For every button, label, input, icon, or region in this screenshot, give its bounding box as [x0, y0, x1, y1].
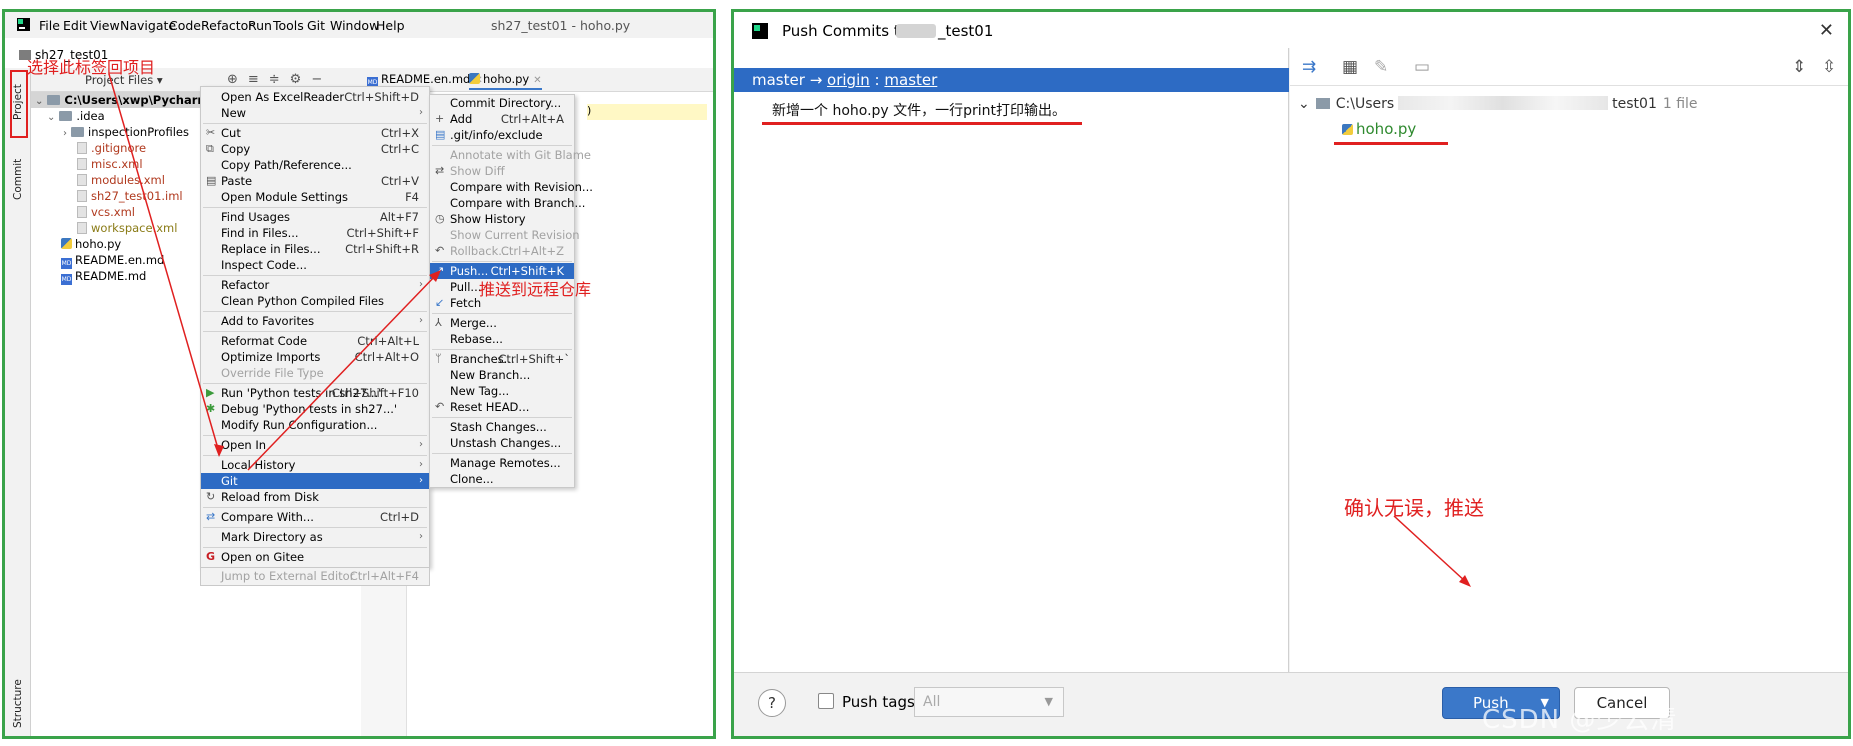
annotation-select-tab: 选择此标签回项目: [27, 58, 156, 77]
annotation-arrows: [108, 73, 441, 471]
ide-screenshot-panel: File Edit View Navigate Code Refactor Ru…: [2, 9, 716, 739]
annotation-push-to-remote: 推送到远程仓库: [479, 280, 592, 299]
push-dialog: Push Commits to _test01 ✕ master → origi…: [731, 9, 1851, 739]
annotation-arrow: [1393, 515, 1471, 587]
